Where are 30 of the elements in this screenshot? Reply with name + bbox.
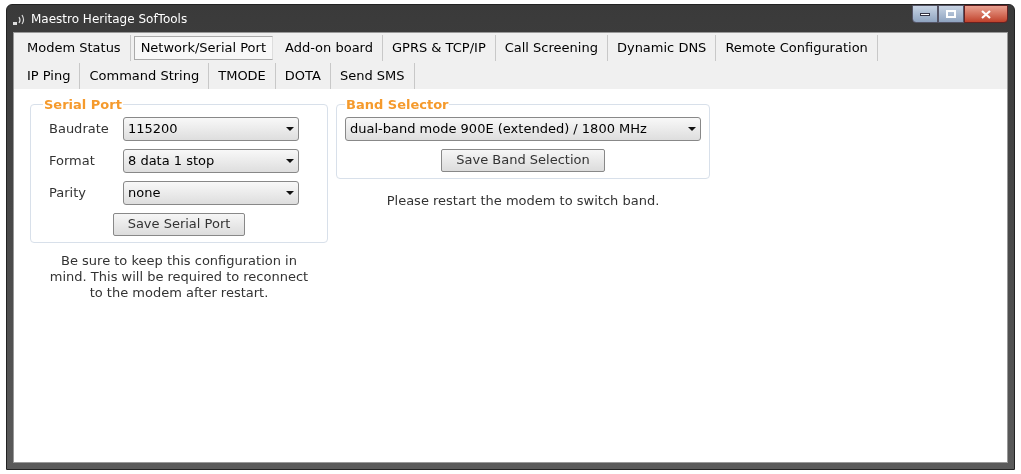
note-text: Please restart the modem to switch band. — [386, 191, 660, 210]
window-title: Maestro Heritage SofTools — [31, 10, 188, 28]
close-icon — [981, 9, 991, 19]
caret-icon — [286, 190, 294, 195]
save-band-selection-button[interactable]: Save Band Selection — [441, 148, 605, 172]
dropdown[interactable]: 8 data 1 stop — [123, 148, 299, 173]
field-label: Baudrate — [48, 119, 110, 138]
signal-icon — [13, 12, 27, 25]
tab[interactable]: Remote Configuration — [716, 35, 878, 61]
save-serial-port-button[interactable]: Save Serial Port — [112, 212, 246, 236]
field-label: Parity — [48, 183, 87, 202]
minimize-button[interactable] — [912, 5, 938, 23]
maximize-button[interactable] — [938, 5, 964, 23]
caret-icon — [286, 158, 294, 163]
note-text: Be sure to keep this configuration in mind. This will be required to reconnect to the modem after restart. — [48, 252, 310, 301]
field-label: Format — [48, 151, 96, 170]
caret-icon — [688, 126, 696, 131]
tab[interactable]: Network/Serial Port — [133, 36, 273, 60]
dropdown[interactable]: 115200 — [123, 116, 299, 141]
band-dropdown[interactable]: dual-band mode 900E (extended) / 1800 MHz — [345, 116, 701, 141]
close-button[interactable] — [964, 5, 1008, 23]
dropdown[interactable]: none — [123, 180, 299, 205]
tab[interactable]: Call Screening — [495, 35, 608, 61]
caret-icon — [286, 126, 294, 131]
tab[interactable]: Modem Status — [18, 35, 131, 61]
group-title: Serial Port — [43, 96, 123, 114]
group-title: Band Selector — [345, 96, 450, 114]
tab[interactable]: Dynamic DNS — [607, 35, 717, 61]
tab[interactable]: Add-on board — [276, 35, 383, 61]
tab[interactable]: GPRS & TCP/IP — [382, 35, 496, 61]
